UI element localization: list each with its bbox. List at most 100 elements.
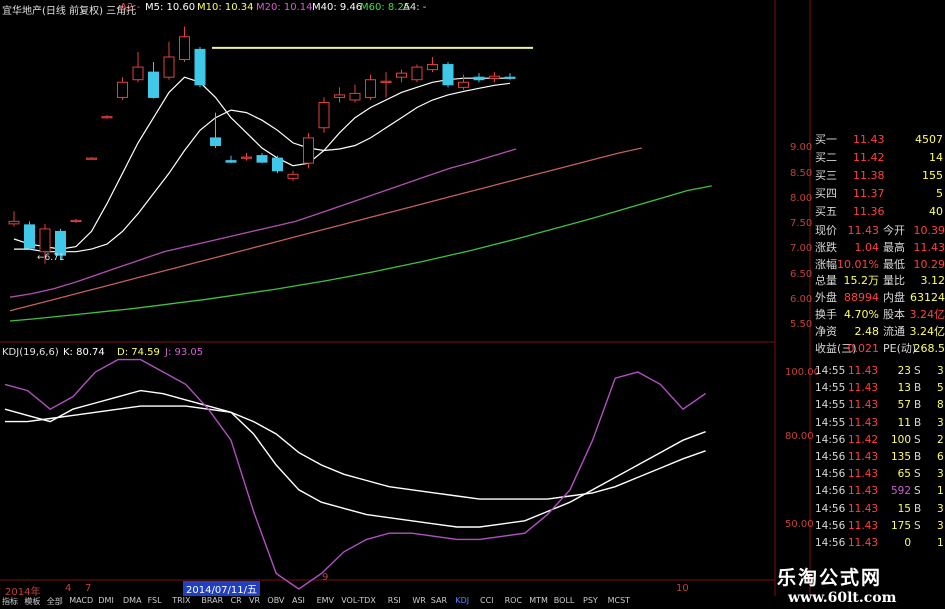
tick-row: 14:55 11.43 13 B 5 xyxy=(815,380,945,397)
toolbar-tab[interactable]: SAR xyxy=(431,596,447,605)
watermark-url: www.60lt.com xyxy=(788,590,897,606)
stat-row: 涨跌 1.04 最高 11.43 xyxy=(815,240,945,256)
toolbar-tab[interactable]: KDJ xyxy=(455,596,469,605)
date-month: 10 xyxy=(676,583,689,594)
tick-price: 11.43 xyxy=(848,519,879,532)
tick-side: B xyxy=(914,502,922,515)
tick-price: 11.43 xyxy=(848,485,879,498)
bid-price: 11.36 xyxy=(853,205,885,218)
candle-body xyxy=(272,157,283,172)
date-month: 7 xyxy=(85,583,92,594)
toolbar-tab[interactable]: PSY xyxy=(583,596,598,605)
candle-body xyxy=(489,75,500,79)
toolbar-tab[interactable]: DMA xyxy=(123,596,142,605)
toolbar-tab[interactable]: ROC xyxy=(505,596,522,605)
stat-row: 收益(三) 0.021 PE(动) 268.5 xyxy=(815,341,945,357)
tick-row: 14:55 11.43 11 B 3 xyxy=(815,415,945,432)
date-month: 4 xyxy=(65,583,72,594)
bid-price: 11.38 xyxy=(853,169,885,182)
stat-label: 股本 xyxy=(883,308,905,321)
candle-body xyxy=(148,71,159,98)
candle-body xyxy=(458,81,469,88)
bid-label: 买五 xyxy=(815,205,837,218)
toolbar-tab[interactable]: FSL xyxy=(148,596,162,605)
stat-label: 量比 xyxy=(883,274,905,288)
bid-price: 11.42 xyxy=(853,151,885,164)
toolbar-tab[interactable]: TRIX xyxy=(172,596,190,605)
toolbar-tab[interactable]: BOLL xyxy=(554,596,575,605)
tick-side: S xyxy=(914,433,921,446)
stat-value: 10.01% xyxy=(837,257,879,271)
tick-side: S xyxy=(914,485,921,498)
toolbar-tab[interactable]: VR xyxy=(249,596,260,605)
stat-row: 净资 2.48 流通 3.24亿 xyxy=(815,324,945,340)
tick-side: S xyxy=(914,365,921,377)
toolbar-tab[interactable]: 模板 xyxy=(24,596,40,607)
toolbar-tab[interactable]: BRAR xyxy=(201,596,223,605)
stat-row: 涨幅 10.01% 最低 10.29 xyxy=(815,257,945,273)
kdj-j-line xyxy=(4,358,706,590)
tick-row: 14:56 11.43 0 1 xyxy=(815,535,945,552)
tick-side: S xyxy=(914,519,921,532)
candle-body xyxy=(427,64,438,71)
tick-volume: 15 xyxy=(897,502,911,515)
tick-volume: 0 xyxy=(904,537,911,549)
kdj-k: K: 80.74 xyxy=(63,347,105,358)
toolbar-tab[interactable]: MTM xyxy=(529,596,548,605)
tick-side: B xyxy=(914,382,922,395)
bid-volume: 4507 xyxy=(915,133,943,146)
kdj-panel xyxy=(4,358,706,590)
tick-side: B xyxy=(914,399,922,412)
tick-row: 14:56 11.42 100 S 2 xyxy=(815,432,945,449)
stat-row: 外盘 88994 内盘 63124 xyxy=(815,290,945,306)
tick-time: 14:55 xyxy=(815,365,846,377)
bid-row: 买三 11.38 155 xyxy=(815,168,943,184)
stat-value: 3.12 xyxy=(920,274,945,288)
bid-label: 买四 xyxy=(815,187,837,200)
tick-volume: 592 xyxy=(890,485,911,498)
candle-body xyxy=(210,137,221,146)
candle-body xyxy=(24,224,35,249)
toolbar-tab[interactable]: VOL-TDX xyxy=(341,596,376,605)
toolbar-tab[interactable]: DMI xyxy=(98,596,113,605)
candle-body xyxy=(86,157,97,160)
candle-body xyxy=(442,64,454,86)
toolbar-tab[interactable]: CR xyxy=(231,596,242,605)
tick-price: 11.43 xyxy=(848,502,879,515)
toolbar-tab[interactable]: CCI xyxy=(480,596,494,605)
bid-volume: 14 xyxy=(929,151,943,164)
stat-value: 88994 xyxy=(844,291,879,305)
tick-row: 14:56 11.43 175 S 3 xyxy=(815,518,945,535)
candle-body xyxy=(179,36,190,61)
toolbar-tab[interactable]: WR xyxy=(412,596,425,605)
tick-row: 14:55 11.43 57 B 8 xyxy=(815,397,945,414)
bid-row: 买二 11.42 14 xyxy=(815,150,943,166)
toolbar-tab[interactable]: 全部 xyxy=(47,596,63,607)
toolbar-tab[interactable]: EMV xyxy=(317,596,334,605)
toolbar-tab[interactable]: MACD xyxy=(69,596,93,605)
tick-price: 11.43 xyxy=(848,365,879,377)
tick-volume: 13 xyxy=(897,382,911,395)
toolbar-tab[interactable]: ASI xyxy=(292,596,305,605)
price-panel xyxy=(8,26,712,322)
candle-body xyxy=(504,76,516,79)
tick-count: 1 xyxy=(937,537,944,549)
tick-price: 11.43 xyxy=(848,537,879,549)
tick-count: 6 xyxy=(937,451,944,463)
tick-count: 1 xyxy=(937,485,944,498)
stat-row: 现价 11.43 今开 10.39 xyxy=(815,223,945,239)
candle-body xyxy=(334,94,345,98)
candle-body xyxy=(349,92,361,101)
toolbar-tab[interactable]: MCST xyxy=(608,596,630,605)
toolbar-tab[interactable]: OBV xyxy=(267,596,284,605)
bid-volume: 40 xyxy=(929,205,943,218)
toolbar-tab[interactable]: RSI xyxy=(388,596,401,605)
candle-body xyxy=(70,219,82,223)
ma40-line xyxy=(9,147,642,312)
stat-label: PE(动) xyxy=(883,341,917,355)
stat-value: 11.43 xyxy=(847,224,880,237)
bid-label: 买一 xyxy=(815,133,837,146)
toolbar-tab[interactable]: 指标 xyxy=(2,596,18,607)
stat-row: 换手 4.70% 股本 3.24亿 xyxy=(815,307,945,323)
kdj-d: D: 74.59 xyxy=(117,347,160,358)
